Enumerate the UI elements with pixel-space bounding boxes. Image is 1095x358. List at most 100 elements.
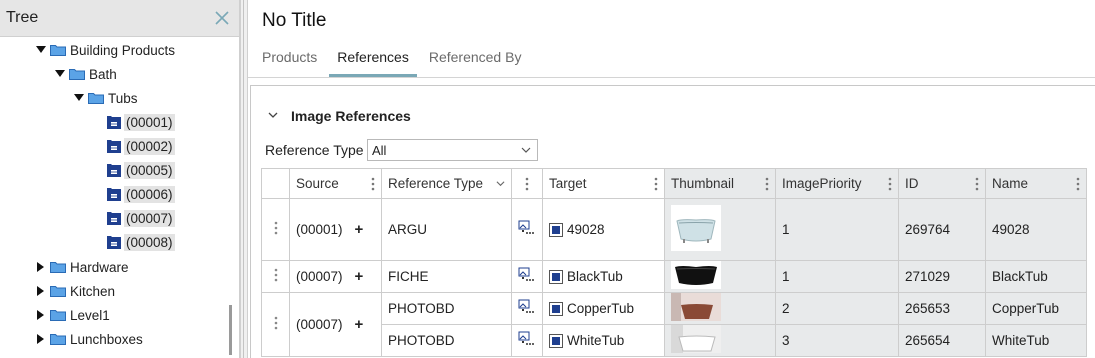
- table-row[interactable]: PHOTOBD WhiteTub 3 265654 WhiteTub: [262, 324, 1087, 357]
- caret-down-icon[interactable]: [73, 92, 85, 104]
- cell-thumbnail: [664, 324, 776, 357]
- product-icon: [106, 114, 122, 130]
- cell-imagepriority: 1: [775, 198, 899, 261]
- row-drag-handle[interactable]: [261, 198, 290, 261]
- tree-scrollbar[interactable]: [229, 305, 232, 355]
- source-value: (00007): [296, 269, 343, 284]
- section-header[interactable]: Image References: [267, 108, 411, 124]
- chevron-down-icon[interactable]: [496, 176, 505, 191]
- tree-node-label: Tubs: [108, 90, 138, 106]
- column-header-label: Name: [992, 176, 1029, 191]
- cell-source: (00007) +: [289, 292, 382, 357]
- cell-id: 271029: [898, 260, 986, 293]
- tree-node-tubs[interactable]: Tubs: [73, 87, 138, 109]
- cell-target[interactable]: WhiteTub: [542, 324, 665, 357]
- caret-down-icon[interactable]: [54, 68, 66, 80]
- tree-item-00001[interactable]: (00001): [106, 111, 175, 133]
- column-menu-icon[interactable]: [371, 177, 375, 191]
- close-icon[interactable]: [213, 9, 231, 27]
- column-header-target[interactable]: Target: [542, 168, 665, 199]
- column-menu-icon[interactable]: [1076, 177, 1080, 191]
- tree-item-00002[interactable]: (00002): [106, 135, 175, 157]
- section-title: Image References: [291, 108, 411, 124]
- caret-right-icon[interactable]: [35, 333, 47, 345]
- drag-handle-icon[interactable]: [274, 221, 278, 235]
- cell-target[interactable]: CopperTub: [542, 292, 665, 325]
- reference-type-select[interactable]: All: [367, 139, 538, 161]
- tree-item-00005[interactable]: (00005): [106, 159, 175, 181]
- folder-icon: [50, 44, 66, 56]
- column-menu-icon[interactable]: [525, 177, 529, 191]
- table-row[interactable]: (00007) + PHOTOBD CopperTub 2 265653 Copp…: [261, 292, 1087, 357]
- column-header-thumbnail[interactable]: Thumbnail: [664, 168, 776, 199]
- drag-handle-icon[interactable]: [274, 316, 278, 330]
- column-menu-icon[interactable]: [975, 177, 979, 191]
- caret-down-icon[interactable]: [35, 44, 47, 56]
- column-header-id[interactable]: ID: [898, 168, 986, 199]
- cell-name: BlackTub: [985, 260, 1087, 293]
- cell-action[interactable]: [511, 292, 543, 325]
- column-header-label: Source: [296, 176, 339, 191]
- folder-icon: [69, 68, 85, 80]
- tree-item-00007[interactable]: (00007): [106, 207, 175, 229]
- cell-reference-type: ARGU: [381, 198, 512, 261]
- cell-target[interactable]: 49028: [542, 198, 665, 261]
- cell-thumbnail: [664, 260, 776, 293]
- tabs-divider: [248, 77, 1095, 78]
- caret-right-icon[interactable]: [35, 285, 47, 297]
- cell-name: CopperTub: [985, 292, 1087, 325]
- tab-references[interactable]: References: [329, 44, 417, 77]
- edit-reference-icon[interactable]: [518, 299, 536, 318]
- chevron-down-icon[interactable]: [267, 109, 281, 123]
- product-icon: [106, 186, 122, 202]
- tree-item-00008[interactable]: (00008): [106, 231, 175, 253]
- tree-panel: Tree Building Products Bath Tubs (00001): [0, 0, 240, 358]
- source-value: (00007): [296, 317, 343, 332]
- panel-splitter[interactable]: [240, 0, 248, 358]
- column-header-imagepriority[interactable]: ImagePriority: [775, 168, 899, 199]
- edit-reference-icon[interactable]: [518, 331, 536, 350]
- table-row[interactable]: (00001) + ARGU 49028 1 269764 49028: [261, 198, 1087, 261]
- column-menu-icon[interactable]: [888, 177, 892, 191]
- column-header-reference-type[interactable]: Reference Type: [381, 168, 512, 199]
- column-header-label: Target: [549, 176, 587, 191]
- drag-handle-icon[interactable]: [274, 268, 278, 282]
- tree-node-kitchen[interactable]: Kitchen: [35, 280, 115, 302]
- tree-item-00006[interactable]: (00006): [106, 183, 175, 205]
- cell-target[interactable]: BlackTub: [542, 260, 665, 293]
- cell-name: WhiteTub: [985, 324, 1087, 357]
- cell-action[interactable]: [511, 260, 543, 293]
- reference-type-value: All: [372, 142, 387, 158]
- add-reference-icon[interactable]: +: [355, 268, 364, 285]
- add-reference-icon[interactable]: +: [355, 221, 364, 238]
- column-menu-icon[interactable]: [654, 177, 658, 191]
- add-reference-icon[interactable]: +: [355, 316, 364, 333]
- tree-node-building-products[interactable]: Building Products: [35, 39, 175, 61]
- tree-node-label: (00002): [124, 137, 175, 155]
- cell-action[interactable]: [511, 324, 543, 357]
- tree-node-lunchboxes[interactable]: Lunchboxes: [35, 328, 143, 350]
- tab-referenced-by[interactable]: Referenced By: [421, 44, 530, 77]
- cell-action[interactable]: [511, 198, 543, 261]
- edit-reference-icon[interactable]: [518, 220, 536, 239]
- tree-node-level1[interactable]: Level1: [35, 304, 110, 326]
- tree-node-hardware[interactable]: Hardware: [35, 256, 129, 278]
- caret-right-icon[interactable]: [35, 309, 47, 321]
- column-header-name[interactable]: Name: [985, 168, 1087, 199]
- column-menu-icon[interactable]: [765, 177, 769, 191]
- caret-right-icon[interactable]: [35, 261, 47, 273]
- row-drag-handle[interactable]: [261, 292, 290, 357]
- tree-node-label: Kitchen: [70, 283, 116, 299]
- column-header-source[interactable]: Source: [289, 168, 382, 199]
- tab-products[interactable]: Products: [254, 44, 325, 77]
- cell-source: (00001) +: [289, 198, 382, 261]
- tree-node-bath[interactable]: Bath: [54, 63, 117, 85]
- table-row[interactable]: (00007) + FICHE BlackTub 1 271029 BlackTu…: [261, 260, 1087, 293]
- cell-imagepriority: 1: [775, 260, 899, 293]
- cell-imagepriority: 3: [775, 324, 899, 357]
- column-header-action[interactable]: [511, 168, 543, 199]
- thumbnail-image-white-tub: [671, 325, 721, 356]
- row-drag-handle[interactable]: [261, 260, 290, 293]
- image-document-icon: [549, 333, 563, 348]
- edit-reference-icon[interactable]: [518, 267, 536, 286]
